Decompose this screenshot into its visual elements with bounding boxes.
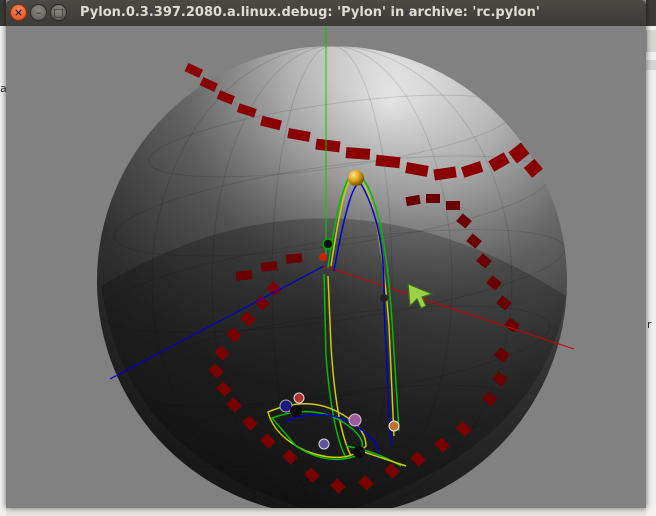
close-button[interactable]: × [10, 4, 27, 21]
background-edge-text: r [647, 318, 652, 331]
ball-bottom[interactable] [318, 438, 330, 450]
maximize-button[interactable]: □ [50, 4, 67, 21]
gold-ball[interactable] [348, 170, 364, 186]
ball-lower-left-2[interactable] [293, 392, 305, 404]
origin-marker-red[interactable] [319, 253, 327, 261]
background-right-edge [646, 26, 656, 516]
sphere [97, 46, 567, 508]
background-tab-small [646, 60, 656, 70]
minimize-button[interactable]: – [30, 4, 47, 21]
ball-bottom-dark[interactable] [353, 446, 365, 458]
ball-lower-dark[interactable] [290, 405, 302, 417]
window-title: Pylon.0.3.397.2080.a.linux.debug: 'Pylon… [80, 5, 540, 20]
origin-marker[interactable] [322, 238, 334, 250]
ball-lower-right[interactable] [388, 420, 400, 432]
background-tab [646, 30, 656, 52]
3d-viewport[interactable] [6, 26, 646, 508]
window-titlebar[interactable]: × – □ Pylon.0.3.397.2080.a.linux.debug: … [6, 0, 646, 26]
ball-lower-mid[interactable] [348, 413, 362, 427]
pylon-window: × – □ Pylon.0.3.397.2080.a.linux.debug: … [6, 0, 646, 508]
joint-marker[interactable] [380, 294, 388, 302]
